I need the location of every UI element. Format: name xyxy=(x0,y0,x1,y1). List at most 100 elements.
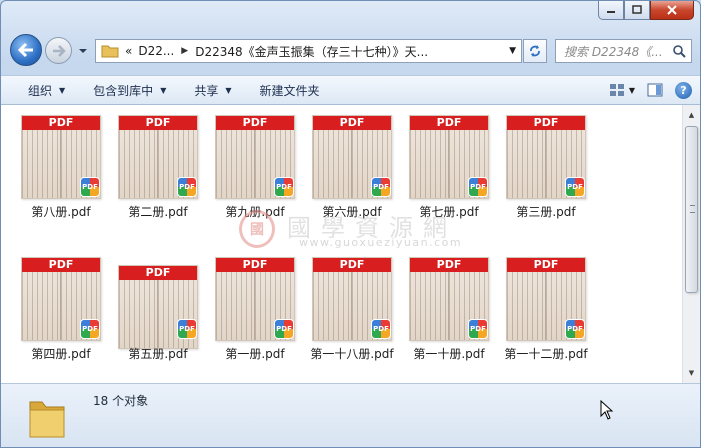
file-item[interactable]: PDF PDF 第一十册.pdf xyxy=(391,257,489,377)
pdf-app-icon: PDF xyxy=(371,319,391,339)
pdf-band: PDF xyxy=(119,266,197,280)
help-icon[interactable]: ? xyxy=(675,81,692,99)
view-controls: ▼ ? xyxy=(597,81,692,99)
close-button[interactable] xyxy=(650,1,694,20)
book-page xyxy=(22,130,61,198)
breadcrumb-separator-icon[interactable]: ▶ xyxy=(181,46,188,56)
share-label: 共享 xyxy=(194,83,219,98)
watermark: 國 國學資源網 www.guoxueziyuan.com xyxy=(239,208,509,254)
book-page xyxy=(216,130,255,198)
folder-icon xyxy=(29,401,65,438)
refresh-icon xyxy=(530,45,540,57)
pdf-band: PDF xyxy=(119,116,197,130)
scroll-up-icon[interactable]: ▲ xyxy=(685,108,698,122)
chevron-down-icon: ▼ xyxy=(160,85,167,95)
file-item[interactable]: PDF PDF 第八册.pdf xyxy=(3,115,101,235)
mouse-cursor-icon xyxy=(600,400,614,420)
pdf-band: PDF xyxy=(507,116,585,130)
include-in-library-menu[interactable]: 包含到库中 ▼ xyxy=(79,82,180,99)
book-page xyxy=(313,272,352,340)
share-menu[interactable]: 共享 ▼ xyxy=(180,82,245,99)
pdf-band: PDF xyxy=(410,116,488,130)
address-dropdown-icon[interactable]: ▼ xyxy=(509,46,516,56)
search-input[interactable]: 搜索 D22348《... xyxy=(555,39,692,63)
watermark-seal: 國 xyxy=(239,210,275,248)
new-folder-label: 新建文件夹 xyxy=(259,83,320,98)
pdf-band: PDF xyxy=(22,258,100,272)
forward-arrow-icon xyxy=(52,44,66,57)
pdf-app-icon: PDF xyxy=(80,319,100,339)
pdf-app-icon: PDF xyxy=(177,177,197,197)
pdf-band: PDF xyxy=(216,258,294,272)
pdf-app-icon: PDF xyxy=(274,319,294,339)
breadcrumb-overflow[interactable]: « xyxy=(125,44,132,58)
file-item[interactable]: PDF PDF 第五册.pdf xyxy=(100,257,198,377)
book-page xyxy=(410,272,449,340)
chevron-down-icon: ▼ xyxy=(225,85,232,95)
command-bar: 组织 ▼ 包含到库中 ▼ 共享 ▼ 新建文件夹 ▼ ? xyxy=(1,75,700,105)
pdf-app-icon: PDF xyxy=(80,177,100,197)
pdf-band: PDF xyxy=(313,116,391,130)
file-item[interactable]: PDF PDF 第一十二册.pdf xyxy=(488,257,588,377)
pdf-app-icon: PDF xyxy=(565,319,585,339)
back-arrow-icon xyxy=(17,42,33,58)
recent-pages-button[interactable] xyxy=(77,45,89,55)
chevron-down-icon xyxy=(79,49,87,53)
pdf-app-icon: PDF xyxy=(565,177,585,197)
book-page xyxy=(507,130,546,198)
file-name: 第一十二册.pdf xyxy=(504,347,588,361)
maximize-button[interactable] xyxy=(624,1,650,20)
pdf-band: PDF xyxy=(22,116,100,130)
organize-menu[interactable]: 组织 ▼ xyxy=(1,82,79,99)
book-page xyxy=(216,272,255,340)
breadcrumb-current[interactable]: D22348《金声玉振集（存三十七种）》天... xyxy=(195,43,428,60)
chevron-down-icon: ▼ xyxy=(59,85,66,95)
folder-icon xyxy=(101,45,119,58)
book-page xyxy=(119,280,158,348)
pdf-band: PDF xyxy=(410,258,488,272)
forward-button[interactable] xyxy=(45,37,72,64)
breadcrumb-parent[interactable]: D22... xyxy=(138,44,174,58)
close-icon xyxy=(667,5,677,15)
preview-pane-icon[interactable] xyxy=(647,83,663,97)
include-in-library-label: 包含到库中 xyxy=(93,83,154,98)
book-page xyxy=(507,272,546,340)
pdf-band: PDF xyxy=(216,116,294,130)
navigation-bar: « D22... ▶ D22348《金声玉振集（存三十七种）》天... ▼ 搜索… xyxy=(1,31,700,69)
watermark-url: www.guoxueziyuan.com xyxy=(299,236,463,249)
pdf-app-icon: PDF xyxy=(468,319,488,339)
pdf-app-icon: PDF xyxy=(274,177,294,197)
pdf-band: PDF xyxy=(507,258,585,272)
book-page xyxy=(119,130,158,198)
book-page xyxy=(410,130,449,198)
back-button[interactable] xyxy=(10,34,42,66)
minimize-button[interactable] xyxy=(598,1,624,20)
pdf-band: PDF xyxy=(313,258,391,272)
search-placeholder: 搜索 D22348《... xyxy=(564,44,663,59)
change-view-icon[interactable] xyxy=(609,83,625,97)
details-pane: 18 个对象 xyxy=(1,383,700,447)
pdf-app-icon: PDF xyxy=(371,177,391,197)
item-count: 18 个对象 xyxy=(93,394,149,408)
file-item[interactable]: PDF PDF 第一十八册.pdf xyxy=(294,257,394,377)
refresh-button[interactable] xyxy=(523,39,547,63)
scroll-down-icon[interactable]: ▼ xyxy=(685,366,698,380)
search-icon xyxy=(673,45,686,58)
vertical-scrollbar[interactable]: ▲ ▼ xyxy=(682,105,700,383)
file-item[interactable]: PDF PDF 第四册.pdf xyxy=(3,257,101,377)
book-page xyxy=(313,130,352,198)
minimize-icon xyxy=(607,11,615,13)
scroll-thumb[interactable] xyxy=(685,126,698,293)
maximize-icon xyxy=(632,5,642,14)
view-options-chevron-icon[interactable]: ▼ xyxy=(629,86,635,95)
address-bar[interactable]: « D22... ▶ D22348《金声玉振集（存三十七种）》天... ▼ xyxy=(95,39,522,63)
grip-icon xyxy=(690,205,695,213)
new-folder-button[interactable]: 新建文件夹 xyxy=(246,82,334,99)
pdf-app-icon: PDF xyxy=(468,177,488,197)
file-item[interactable]: PDF PDF 第一册.pdf xyxy=(197,257,295,377)
pdf-app-icon: PDF xyxy=(177,319,197,339)
explorer-window: « D22... ▶ D22348《金声玉振集（存三十七种）》天... ▼ 搜索… xyxy=(0,0,701,448)
file-item[interactable]: PDF PDF 第二册.pdf xyxy=(100,115,198,235)
organize-label: 组织 xyxy=(28,83,53,98)
book-page xyxy=(22,272,61,340)
